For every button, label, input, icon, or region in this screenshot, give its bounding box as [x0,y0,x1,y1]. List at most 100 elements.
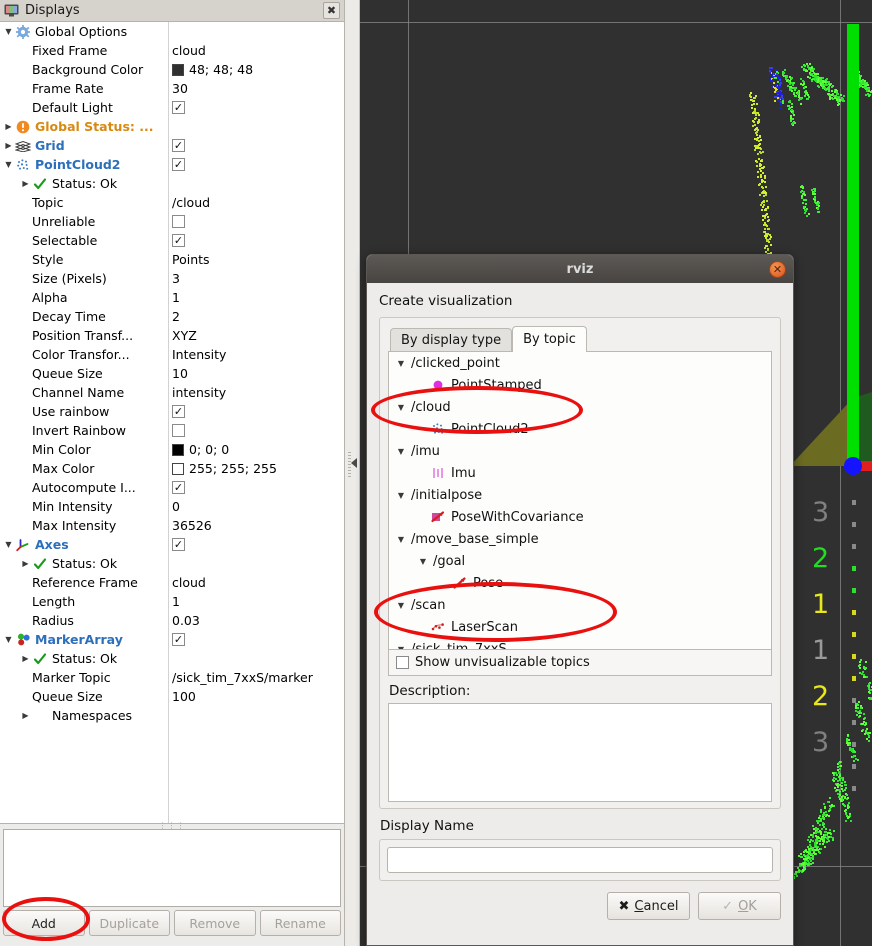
chevron-right-icon[interactable] [19,174,32,193]
show-unvisualizable-row[interactable]: Show unvisualizable topics [388,650,772,676]
property-row[interactable]: Size (Pixels)3 [0,269,344,288]
checkbox[interactable]: ✓ [172,633,185,646]
property-value-cell[interactable]: intensity [172,383,226,402]
property-row[interactable]: Min Color0; 0; 0 [0,440,344,459]
dialog-titlebar[interactable]: rviz ✕ [367,255,793,283]
rename-button[interactable]: Rename [260,910,342,936]
property-row[interactable]: Background Color48; 48; 48 [0,60,344,79]
property-value-cell[interactable]: ✓ [172,155,185,174]
chevron-right-icon[interactable] [19,706,32,725]
property-row[interactable]: Autocompute I...✓ [0,478,344,497]
topic-tree-item[interactable]: /move_base_simple [389,528,771,550]
close-icon[interactable]: ✕ [769,261,786,278]
property-row[interactable]: Marker Topic/sick_tim_7xxS/marker [0,668,344,687]
topic-tree-item[interactable]: /cloud [389,396,771,418]
property-row[interactable]: Status: Ok [0,174,344,193]
chevron-down-icon[interactable] [2,630,15,649]
cancel-button[interactable]: ✖ Cancel [607,892,690,920]
property-row[interactable]: Alpha1 [0,288,344,307]
chevron-down-icon[interactable] [417,557,429,566]
topic-tree-item[interactable]: LaserScan [389,616,771,638]
property-tree[interactable]: Global OptionsFixed FramecloudBackground… [0,22,344,824]
ok-button[interactable]: ✓ OK [698,892,781,920]
property-row[interactable]: Max Color255; 255; 255 [0,459,344,478]
topic-tree-item[interactable]: /initialpose [389,484,771,506]
property-row[interactable]: Length1 [0,592,344,611]
topic-tree-item[interactable]: /goal [389,550,771,572]
property-value-cell[interactable]: ✓ [172,231,185,250]
property-row[interactable]: Queue Size10 [0,364,344,383]
property-value-cell[interactable]: 48; 48; 48 [172,60,253,79]
property-row[interactable]: StylePoints [0,250,344,269]
checkbox[interactable] [172,215,185,228]
property-value-cell[interactable]: ✓ [172,402,185,421]
property-row[interactable]: Global Options [0,22,344,41]
panel-splitter[interactable] [345,0,360,946]
topic-tree-item[interactable]: PoseWithCovariance [389,506,771,528]
chevron-down-icon[interactable] [2,22,15,41]
topic-tree-item[interactable]: /scan [389,594,771,616]
property-row[interactable]: PointCloud2✓ [0,155,344,174]
topic-tree[interactable]: /clicked_pointPointStamped/cloudPointClo… [388,351,772,650]
property-value-cell[interactable]: 3 [172,269,180,288]
property-value-cell[interactable]: 10 [172,364,188,383]
tab-by-topic[interactable]: By topic [512,326,587,352]
topic-tree-item[interactable]: Imu [389,462,771,484]
property-row[interactable]: Radius0.03 [0,611,344,630]
property-value-cell[interactable]: 0; 0; 0 [172,440,229,459]
property-row[interactable]: Reference Framecloud [0,573,344,592]
checkbox[interactable]: ✓ [172,405,185,418]
property-row[interactable]: Fixed Framecloud [0,41,344,60]
color-swatch[interactable] [172,463,184,475]
property-value-cell[interactable]: XYZ [172,326,197,345]
property-row[interactable]: Invert Rainbow [0,421,344,440]
property-row[interactable]: Axes✓ [0,535,344,554]
topic-tree-item[interactable]: Pose [389,572,771,594]
checkbox[interactable]: ✓ [172,538,185,551]
checkbox[interactable]: ✓ [172,101,185,114]
topic-tree-item[interactable]: /imu [389,440,771,462]
property-row[interactable]: Grid✓ [0,136,344,155]
chevron-down-icon[interactable] [395,601,407,610]
property-row[interactable]: Decay Time2 [0,307,344,326]
topic-tree-item[interactable]: /clicked_point [389,352,771,374]
chevron-right-icon[interactable] [2,117,15,136]
property-value-cell[interactable]: ✓ [172,535,185,554]
property-value-cell[interactable]: 0.03 [172,611,200,630]
checkbox[interactable]: ✓ [172,481,185,494]
checkbox[interactable]: ✓ [172,139,185,152]
chevron-down-icon[interactable] [395,447,407,456]
property-value-cell[interactable]: 1 [172,592,180,611]
property-value-cell[interactable]: 0 [172,497,180,516]
topic-tree-item[interactable]: /sick_tim_7xxS [389,638,771,650]
property-row[interactable]: Status: Ok [0,649,344,668]
chevron-down-icon[interactable] [395,403,407,412]
color-swatch[interactable] [172,64,184,76]
property-value-cell[interactable]: /sick_tim_7xxS/marker [172,668,313,687]
property-row[interactable]: Namespaces [0,706,344,725]
property-row[interactable]: Min Intensity0 [0,497,344,516]
property-value-cell[interactable]: 2 [172,307,180,326]
chevron-down-icon[interactable] [395,535,407,544]
chevron-down-icon[interactable] [395,359,407,368]
tab-by-display-type[interactable]: By display type [390,328,512,352]
property-row[interactable]: Max Intensity36526 [0,516,344,535]
show-unvisualizable-checkbox[interactable] [396,656,409,669]
property-value-cell[interactable]: 36526 [172,516,212,535]
property-value-cell[interactable]: 30 [172,79,188,98]
chevron-down-icon[interactable] [2,155,15,174]
property-row[interactable]: Unreliable [0,212,344,231]
property-value-cell[interactable]: cloud [172,41,206,60]
property-row[interactable]: Global Status: ... [0,117,344,136]
dock-resize-grip[interactable]: ⋮⋮⋮ [0,822,344,828]
property-value-cell[interactable]: ✓ [172,136,185,155]
topic-tree-item[interactable]: PointStamped [389,374,771,396]
property-value-cell[interactable] [172,212,185,231]
close-icon[interactable]: ✖ [323,2,340,19]
property-row[interactable]: Status: Ok [0,554,344,573]
chevron-down-icon[interactable] [395,491,407,500]
checkbox[interactable]: ✓ [172,158,185,171]
duplicate-button[interactable]: Duplicate [89,910,171,936]
property-value-cell[interactable]: /cloud [172,193,210,212]
add-button[interactable]: Add [3,910,85,936]
